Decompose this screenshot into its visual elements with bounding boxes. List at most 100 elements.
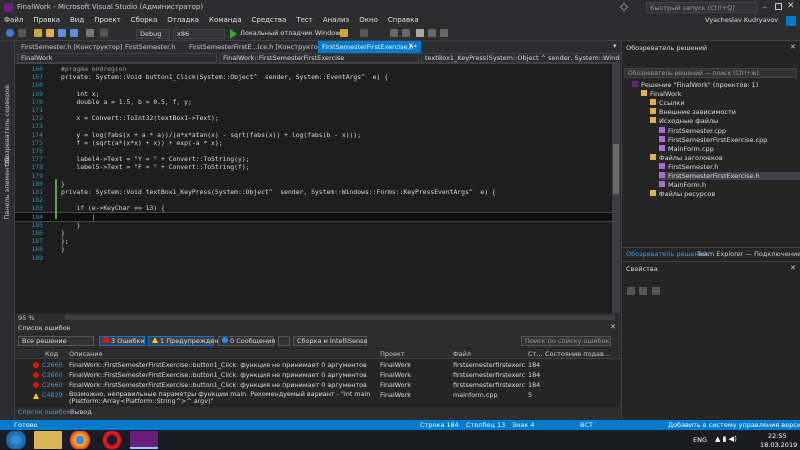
menu-item[interactable]: Тест [296,16,313,24]
panel-close-icon[interactable]: ✕ [610,323,616,331]
tree-item[interactable]: Ссылки [650,99,800,107]
open-icon[interactable] [46,29,54,37]
menu-item[interactable]: Правка [33,16,60,24]
menu-item[interactable]: Справка [388,16,419,24]
run-icon[interactable] [230,29,237,39]
tab-firstsemester-h[interactable]: FirstSemester.h [121,41,179,53]
code-line[interactable]: 169 int x; [15,90,612,98]
member-dropdown[interactable]: textBox1_KeyPress(System::Object ^ sende… [421,53,620,63]
tree-item[interactable]: Файлы заголовков [650,153,800,162]
code-line[interactable]: 181 private: System::Void textBox1_KeyPre… [15,188,612,196]
bookmark-icon[interactable] [416,29,424,37]
error-search-input[interactable]: Поиск по списку ошибок [521,336,611,346]
code-line[interactable]: 167 private: System::Void button1_Click(S… [15,73,612,81]
save-icon[interactable] [58,29,66,37]
warnings-filter-button[interactable]: 1 Предупреждение [148,336,227,346]
col-line[interactable]: Ст... [528,350,543,358]
explorer-taskbar-icon[interactable] [34,431,62,449]
error-row[interactable]: C2660 FinalWork::FirstSemesterFirstExerci… [15,370,613,380]
code-line[interactable]: 168 [15,81,612,89]
code-line[interactable]: 186} [15,229,612,237]
error-code[interactable]: C2660 [42,361,64,369]
attach-icon[interactable] [340,29,348,37]
tree-item[interactable]: FirstSemesterFirstExercise.cpp [659,135,800,144]
code-line[interactable]: 183 if (e->KeyChar == 13) { [15,204,612,212]
forward-icon[interactable] [18,29,26,37]
tab-output[interactable]: Вывод [70,408,92,416]
menu-item[interactable]: Файл [4,16,23,24]
code-line[interactable]: 180} [15,180,612,188]
code-line[interactable]: 187}; [15,237,612,245]
project-dropdown[interactable]: FinalWork [17,53,217,63]
editor-hscrollbar[interactable] [65,315,615,320]
error-code[interactable]: C2660 [42,371,64,379]
menu-item[interactable]: Проект [94,16,121,24]
tab-solution-explorer[interactable]: Обозреватель решений [626,250,707,258]
code-line[interactable]: 175 f = (sqrt(a*(x*x) + x)) + exp(-a * x… [15,139,612,147]
scroll-thumb[interactable] [613,144,619,194]
tab-overflow-icon[interactable]: ▾ [613,42,617,50]
zoom-level[interactable]: 95 % [18,314,35,322]
config-dropdown[interactable]: Debug [136,29,170,39]
tab-firstexercise-designer[interactable]: FirstSemesterFirstE...ice.h [Конструктор… [185,41,332,53]
code-line[interactable]: 188} [15,245,612,253]
close-button[interactable]: ✕ [787,1,795,11]
quick-launch-input[interactable]: Быстрый запуск (Ctrl+Q) [646,2,758,13]
menu-item[interactable]: Средства [252,16,287,24]
error-row[interactable]: C2660 FinalWork::FirstSemesterFirstExerci… [15,360,613,370]
code-line[interactable]: 182 [15,196,612,204]
keyboard-language[interactable]: ENG [693,436,707,444]
tab-firstsemester-designer[interactable]: FirstSemester.h [Конструктор] [17,41,126,53]
code-line[interactable]: 170 double a = 1.5, b = 0.5, f, y; [15,98,612,106]
start-button[interactable] [2,431,30,449]
editor-vscrollbar[interactable] [612,64,620,314]
code-line[interactable]: 172 x = Convert::ToInt32(textBox1->Text)… [15,114,612,122]
format-icon[interactable] [390,29,398,37]
tree-item[interactable]: FirstSemester.h [659,162,800,171]
new-project-icon[interactable] [34,29,42,37]
menu-item[interactable]: Анализ [323,16,349,24]
tree-item[interactable]: MainForm.h [659,181,800,189]
platform-dropdown[interactable]: x86 [173,29,225,39]
error-row[interactable]: C4829 Возможно, неправильные параметры фу… [15,390,613,407]
opera-taskbar-icon[interactable] [98,431,126,449]
minimize-button[interactable]: – [763,3,773,12]
tab-error-list[interactable]: Список ошибок [18,408,71,416]
menu-item[interactable]: Окно [359,16,378,24]
add-to-source-control[interactable]: Добавить в систему управления версиями [668,421,800,429]
menu-item[interactable]: Сборка [131,16,157,24]
col-file[interactable]: Файл [453,350,471,358]
menu-item[interactable]: Команда [209,16,242,24]
tree-item[interactable]: MainForm.cpp [659,144,800,153]
properties-close-icon[interactable]: ✕ [790,264,796,272]
panel-close-icon[interactable]: ✕ [790,43,796,51]
run-debugger-button[interactable]: Локальный отладчик Windows [240,29,344,37]
avatar[interactable] [786,16,796,26]
visual-studio-taskbar-icon[interactable] [130,431,158,449]
code-line[interactable]: 173 [15,122,612,130]
tree-item[interactable]: Решение "FinalWork" (проектов: 1) [632,81,800,89]
error-row[interactable]: C2660 FinalWork::FirstSemesterFirstExerci… [15,380,613,390]
error-code[interactable]: C2660 [42,381,64,389]
code-line[interactable]: 184 | [14,211,613,222]
clock-date[interactable]: 18.03.2019 [760,441,797,449]
save-all-icon[interactable] [70,29,78,37]
errors-filter-button[interactable]: 3 Ошибки [99,336,145,346]
tab-team-explorer[interactable]: Team Explorer — Подключение [697,250,800,258]
user-name[interactable]: Vyacheslav Kudryavov [705,16,778,24]
notification-icon[interactable] [620,3,628,11]
bookmark-next-icon[interactable] [440,29,448,37]
code-line[interactable]: 171 [15,106,612,114]
col-description[interactable]: Описание [69,350,103,358]
col-suppression[interactable]: Состояние подав... [545,350,610,358]
tree-item[interactable]: FirstSemesterFirstExercise.h [659,172,800,180]
code-line[interactable]: 189 [15,254,612,262]
clock-time[interactable]: 22:55 [768,432,787,440]
tab-firstexercise-h[interactable]: FirstSemesterFirstExercise.h* [318,41,421,53]
server-explorer-tab[interactable]: Обозреватель серверов [3,85,11,167]
toolbox-tab[interactable]: Панель элементов [3,156,11,220]
filter-icon[interactable] [278,336,290,346]
alphabetical-icon[interactable] [639,287,647,295]
redo-icon[interactable] [100,29,108,37]
tree-item[interactable]: FinalWork [641,90,800,98]
